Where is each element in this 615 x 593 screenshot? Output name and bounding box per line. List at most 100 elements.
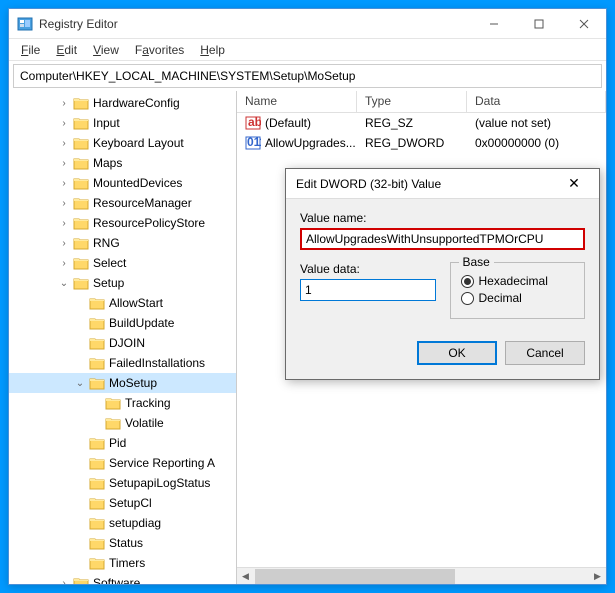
close-button[interactable] [561,9,606,39]
value-data-input[interactable] [300,279,436,301]
tree-label: Setup [93,276,124,290]
menu-help[interactable]: Help [192,41,233,59]
radio-icon [461,292,474,305]
expander-icon[interactable] [73,536,87,550]
value-row[interactable]: ab(Default)REG_SZ(value not set) [237,113,606,133]
expander-icon[interactable] [73,556,87,570]
tree-item[interactable]: › ResourceManager [9,193,236,213]
dialog-close-button[interactable]: ✕ [559,169,589,199]
radio-hexadecimal[interactable]: Hexadecimal [461,274,575,288]
address-text: Computer\HKEY_LOCAL_MACHINE\SYSTEM\Setup… [20,69,355,83]
titlebar[interactable]: Registry Editor [9,9,606,39]
expander-icon[interactable]: ⌄ [73,376,87,390]
tree-item[interactable]: FailedInstallations [9,353,236,373]
tree-item[interactable]: SetupCl [9,493,236,513]
expander-icon[interactable] [73,476,87,490]
tree-label: setupdiag [109,516,161,530]
tree-item[interactable]: Tracking [9,393,236,413]
tree-item[interactable]: Pid [9,433,236,453]
expander-icon[interactable]: › [57,156,71,170]
expander-icon[interactable] [73,316,87,330]
expander-icon[interactable] [73,336,87,350]
col-type[interactable]: Type [357,91,467,112]
tree-item[interactable]: › ResourcePolicyStore [9,213,236,233]
value-data: 0x00000000 (0) [475,136,559,150]
expander-icon[interactable]: › [57,96,71,110]
tree-item[interactable]: ⌄ Setup [9,273,236,293]
tree-label: FailedInstallations [109,356,205,370]
tree-item[interactable]: AllowStart [9,293,236,313]
expander-icon[interactable]: › [57,576,71,584]
tree-label: SetupCl [109,496,152,510]
tree-item[interactable]: SetupapiLogStatus [9,473,236,493]
tree-item[interactable]: Status [9,533,236,553]
scroll-left-icon[interactable]: ◀ [237,568,254,585]
tree-item[interactable]: › RNG [9,233,236,253]
expander-icon[interactable] [73,456,87,470]
address-bar[interactable]: Computer\HKEY_LOCAL_MACHINE\SYSTEM\Setup… [13,64,602,88]
menubar: File Edit View Favorites Help [9,39,606,61]
values-scrollbar-h[interactable]: ◀ ▶ [237,567,606,584]
tree-label: ResourceManager [93,196,192,210]
tree-item[interactable]: ›Input [9,113,236,133]
tree-item[interactable]: setupdiag [9,513,236,533]
tree-label: ResourcePolicyStore [93,216,205,230]
tree-label: MoSetup [109,376,157,390]
tree-label: Service Reporting A [109,456,215,470]
tree-label: DJOIN [109,336,145,350]
tree-item[interactable]: BuildUpdate [9,313,236,333]
tree-item[interactable]: ›Select [9,253,236,273]
expander-icon[interactable]: › [57,256,71,270]
expander-icon[interactable] [73,296,87,310]
registry-tree[interactable]: ›HardwareConfig›Input›Keyboard Layout›Ma… [9,91,236,584]
value-name-label: Value name: [300,211,585,225]
tree-item[interactable]: Timers [9,553,236,573]
menu-view[interactable]: View [85,41,127,59]
tree-label: SetupapiLogStatus [109,476,210,490]
col-data[interactable]: Data [467,91,606,112]
value-row[interactable]: 011AllowUpgrades...REG_DWORD0x00000000 (… [237,133,606,153]
expander-icon[interactable] [73,436,87,450]
svg-text:011: 011 [247,135,261,149]
tree-label: Volatile [125,416,164,430]
expander-icon[interactable] [73,516,87,530]
ok-button[interactable]: OK [417,341,497,365]
tree-label: RNG [93,236,120,250]
radio-decimal[interactable]: Decimal [461,291,575,305]
tree-label: AllowStart [109,296,163,310]
value-name-input[interactable] [300,228,585,250]
expander-icon[interactable]: ⌄ [57,276,71,290]
expander-icon[interactable] [89,396,103,410]
menu-edit[interactable]: Edit [48,41,85,59]
expander-icon[interactable] [73,496,87,510]
dialog-titlebar[interactable]: Edit DWORD (32-bit) Value ✕ [286,169,599,199]
tree-item[interactable]: Service Reporting A [9,453,236,473]
tree-item[interactable]: ›Software [9,573,236,584]
tree-item[interactable]: DJOIN [9,333,236,353]
expander-icon[interactable]: › [57,196,71,210]
edit-dword-dialog: Edit DWORD (32-bit) Value ✕ Value name: … [285,168,600,380]
tree-item[interactable]: ›Keyboard Layout [9,133,236,153]
expander-icon[interactable] [89,416,103,430]
tree-item[interactable]: ›HardwareConfig [9,93,236,113]
minimize-button[interactable] [471,9,516,39]
expander-icon[interactable]: › [57,176,71,190]
expander-icon[interactable]: › [57,116,71,130]
menu-file[interactable]: File [13,41,48,59]
menu-favorites[interactable]: Favorites [127,41,192,59]
expander-icon[interactable]: › [57,136,71,150]
tree-pane: ›HardwareConfig›Input›Keyboard Layout›Ma… [9,91,237,584]
tree-item[interactable]: ›Maps [9,153,236,173]
expander-icon[interactable]: › [57,236,71,250]
tree-item[interactable]: ⌄ MoSetup [9,373,236,393]
col-name[interactable]: Name [237,91,357,112]
value-name: AllowUpgrades... [265,136,356,150]
tree-item[interactable]: ›MountedDevices [9,173,236,193]
scroll-right-icon[interactable]: ▶ [589,568,606,585]
expander-icon[interactable]: › [57,216,71,230]
expander-icon[interactable] [73,356,87,370]
maximize-button[interactable] [516,9,561,39]
tree-item[interactable]: Volatile [9,413,236,433]
values-header[interactable]: Name Type Data [237,91,606,113]
cancel-button[interactable]: Cancel [505,341,585,365]
